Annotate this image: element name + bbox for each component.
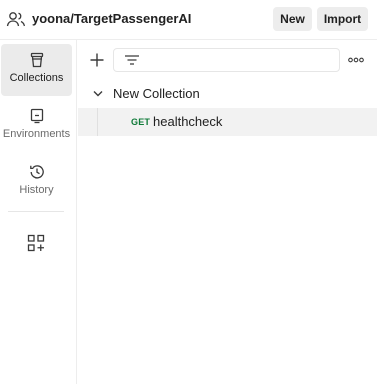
- team-icon: [6, 12, 26, 27]
- request-name: healthcheck: [153, 114, 223, 129]
- app-window: yoona/TargetPassengerAI New Import Colle…: [0, 0, 377, 384]
- add-apps-icon[interactable]: [27, 234, 45, 252]
- sidebar-item-label: Environments: [2, 128, 71, 140]
- sidebar-item-label: Collections: [9, 72, 64, 84]
- left-sidebar: Collections Environments History: [0, 40, 77, 384]
- collection-name: New Collection: [113, 86, 200, 101]
- environments-icon: [30, 108, 43, 124]
- sidebar-divider: [8, 211, 64, 212]
- workspace-name[interactable]: yoona/TargetPassengerAI: [32, 11, 191, 26]
- sidebar-item-collections[interactable]: Collections: [1, 44, 72, 96]
- filter-input[interactable]: [113, 48, 340, 72]
- collections-icon: [30, 52, 43, 68]
- more-icon[interactable]: [348, 57, 364, 63]
- chevron-down-icon[interactable]: [92, 89, 104, 99]
- sidebar-item-environments[interactable]: Environments: [1, 100, 72, 152]
- sidebar-item-label: History: [19, 184, 54, 196]
- filter-icon: [125, 55, 139, 65]
- tree-indent-guide: [97, 108, 98, 136]
- header-bar: yoona/TargetPassengerAI New Import: [0, 0, 377, 40]
- history-icon: [29, 165, 44, 179]
- request-row[interactable]: GET healthcheck: [78, 108, 377, 136]
- collection-row[interactable]: New Collection: [78, 82, 377, 106]
- new-button[interactable]: New: [273, 7, 312, 31]
- request-method-badge: GET: [131, 117, 151, 127]
- import-button[interactable]: Import: [317, 7, 368, 31]
- sidebar-item-history[interactable]: History: [1, 156, 72, 208]
- plus-icon[interactable]: [88, 51, 106, 69]
